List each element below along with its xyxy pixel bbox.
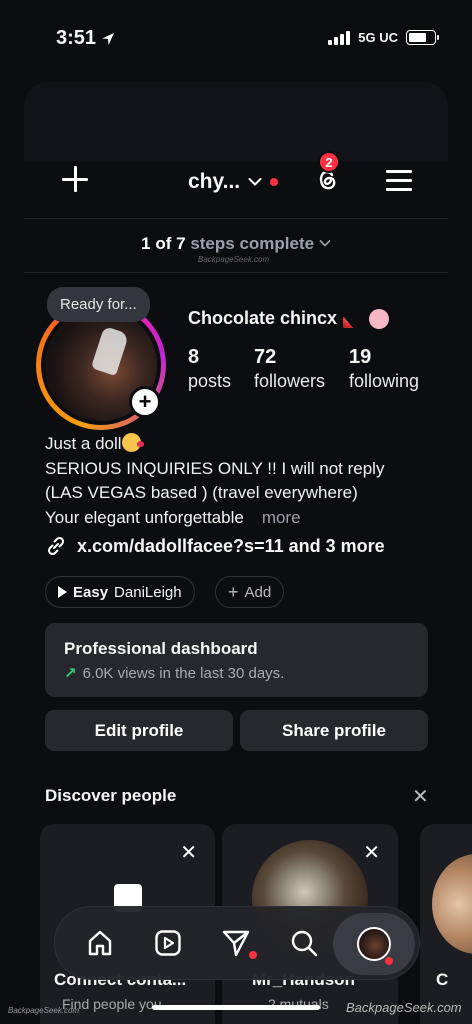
username-text: chy... (188, 170, 241, 193)
bio-line: (LAS VEGAS based ) (travel everywhere) (45, 483, 358, 502)
location-arrow-icon (102, 32, 115, 45)
stat-following[interactable]: 19 following (349, 346, 419, 392)
home-indicator[interactable] (152, 1005, 320, 1010)
watermark: BackpageSeek.com (8, 1006, 80, 1015)
status-time-text: 3:51 (56, 27, 97, 49)
menu-icon[interactable] (384, 167, 414, 193)
stat-label: following (349, 371, 420, 391)
status-indicators: 5G UC (328, 30, 439, 45)
divider (24, 218, 448, 219)
professional-dashboard[interactable]: Professional dashboard ↗ 6.0K views in th… (45, 623, 428, 697)
add-story-button[interactable]: + (129, 386, 161, 418)
steps-progress[interactable]: 1 of 7 steps complete (0, 234, 472, 254)
stat-followers[interactable]: 72 followers (254, 346, 325, 392)
bio-line: Your elegant unforgettable (45, 507, 244, 527)
stat-value: 19 (349, 346, 372, 368)
dashboard-subtitle: 6.0K views in the last 30 days. (82, 664, 285, 682)
music-artist: DaniLeigh (114, 583, 182, 601)
add-chip[interactable]: + Add (215, 576, 285, 608)
watermark: BackpageSeek.com (346, 1000, 462, 1015)
add-chip-label: Add (244, 583, 272, 601)
search-icon[interactable] (287, 926, 321, 960)
display-name: Chocolate chincx (188, 308, 390, 329)
edit-profile-button[interactable]: Edit profile (45, 710, 233, 751)
discover-title: Discover people (45, 786, 177, 805)
music-chip[interactable]: Easy DaniLeigh (45, 576, 195, 608)
stat-label: posts (188, 371, 232, 391)
network-type: 5G UC (358, 30, 398, 45)
fan-emoji-icon (343, 309, 364, 328)
bottom-nav (54, 906, 420, 980)
nav-profile[interactable] (333, 913, 415, 975)
profile-header: chy... 2 (0, 150, 472, 210)
play-icon (58, 586, 67, 598)
create-plus-icon[interactable] (58, 162, 92, 196)
send-icon[interactable] (219, 926, 253, 960)
threads-badge: 2 (318, 151, 340, 173)
profile-avatar-icon (357, 927, 391, 961)
chevron-down-icon (248, 178, 262, 186)
steps-count: 1 of 7 (141, 234, 186, 253)
stat-value: 72 (254, 346, 277, 368)
notification-dot (249, 951, 257, 959)
bio-more-link[interactable]: more (262, 508, 301, 527)
link-icon (47, 536, 65, 556)
bio: Just a doll SERIOUS INQUIRIES ONLY !! I … (45, 432, 384, 530)
notification-dot (270, 178, 279, 186)
close-icon[interactable]: ✕ (412, 784, 429, 809)
note-bubble[interactable]: Ready for... (47, 287, 150, 322)
status-time: 3:51 (56, 27, 116, 50)
status-bar: 3:51 5G UC (0, 0, 472, 78)
account-switcher[interactable]: chy... (188, 170, 279, 194)
bio-line: SERIOUS INQUIRIES ONLY !! I will not rep… (45, 458, 385, 478)
stat-value: 8 (188, 346, 200, 368)
plus-icon: + (228, 582, 239, 602)
link-text: x.com/dadollfacee?s=11 and 3 more (77, 535, 385, 556)
trend-up-icon: ↗ (64, 665, 77, 682)
share-profile-button[interactable]: Share profile (240, 710, 428, 751)
stat-label: followers (254, 371, 326, 391)
chevron-down-icon (319, 239, 331, 247)
display-name-text: Chocolate chincx (188, 308, 338, 328)
close-icon[interactable]: ✕ (180, 840, 197, 865)
dashboard-title: Professional dashboard (64, 639, 258, 658)
stat-posts[interactable]: 8 posts (188, 346, 231, 392)
signal-icon (328, 30, 351, 45)
close-icon[interactable]: ✕ (363, 840, 380, 865)
discover-card[interactable]: C (420, 824, 472, 1024)
bio-line: Just a doll (45, 434, 122, 453)
card-title: C (436, 970, 449, 989)
home-icon[interactable] (83, 926, 117, 960)
divider (24, 272, 448, 273)
profile-link[interactable]: x.com/dadollfacee?s=11 and 3 more (45, 535, 385, 557)
watermark: BackpageSeek.com (198, 255, 270, 264)
reels-icon[interactable] (151, 926, 185, 960)
face-emoji-icon (369, 308, 390, 329)
music-title: Easy (73, 583, 109, 601)
threads-button[interactable]: 2 (312, 151, 342, 195)
suggested-user-avatar (432, 854, 472, 954)
battery-icon (406, 30, 439, 45)
steps-label: steps complete (190, 234, 315, 253)
notification-dot (385, 957, 393, 965)
kiss-emoji-icon (121, 433, 144, 452)
